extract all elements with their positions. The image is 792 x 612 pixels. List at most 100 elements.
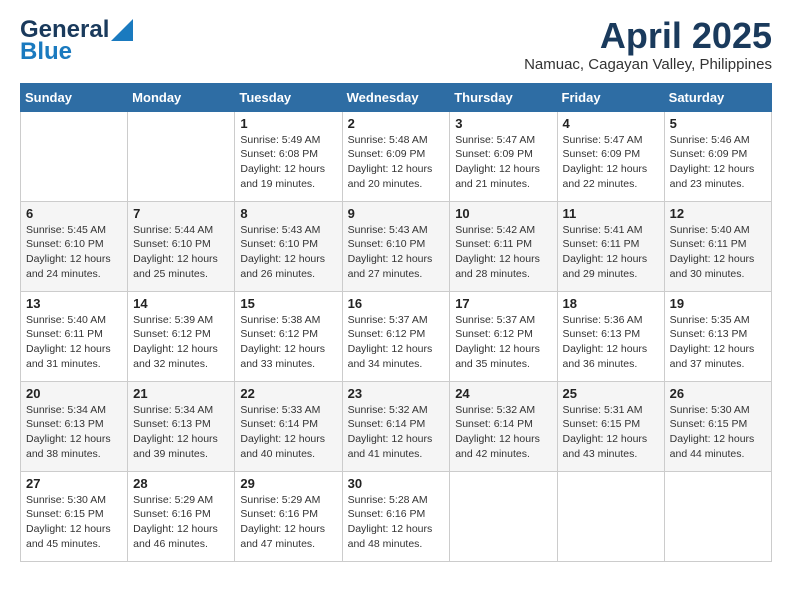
calendar-week-row: 1 Sunrise: 5:49 AM Sunset: 6:08 PM Daylig… [21,111,772,201]
calendar-cell: 11 Sunrise: 5:41 AM Sunset: 6:11 PM Dayli… [557,201,664,291]
day-number: 25 [563,386,659,401]
day-number: 11 [563,206,659,221]
day-number: 1 [240,116,336,131]
calendar-header-monday: Monday [128,83,235,111]
day-number: 16 [348,296,445,311]
calendar-header-wednesday: Wednesday [342,83,450,111]
day-info: Sunrise: 5:44 AM Sunset: 6:10 PM Dayligh… [133,223,229,282]
calendar-cell: 16 Sunrise: 5:37 AM Sunset: 6:12 PM Dayli… [342,291,450,381]
calendar-cell: 9Sunrise: 5:43 AM Sunset: 6:10 PM Daylig… [342,201,450,291]
calendar-cell: 30 Sunrise: 5:28 AM Sunset: 6:16 PM Dayli… [342,471,450,561]
logo: General Blue [20,16,133,66]
day-info: Sunrise: 5:34 AM Sunset: 6:13 PM Dayligh… [133,403,229,462]
location: Namuac, Cagayan Valley, Philippines [524,56,772,73]
day-info: Sunrise: 5:40 AM Sunset: 6:11 PM Dayligh… [670,223,766,282]
day-info: Sunrise: 5:32 AM Sunset: 6:14 PM Dayligh… [455,403,551,462]
calendar-cell: 7 Sunrise: 5:44 AM Sunset: 6:10 PM Daylig… [128,201,235,291]
calendar-table: SundayMondayTuesdayWednesdayThursdayFrid… [20,83,772,562]
calendar-cell: 26Sunrise: 5:30 AM Sunset: 6:15 PM Dayli… [664,381,771,471]
day-info: Sunrise: 5:33 AM Sunset: 6:14 PM Dayligh… [240,403,336,462]
day-info: Sunrise: 5:32 AM Sunset: 6:14 PM Dayligh… [348,403,445,462]
calendar-cell: 21 Sunrise: 5:34 AM Sunset: 6:13 PM Dayli… [128,381,235,471]
calendar-cell: 25Sunrise: 5:31 AM Sunset: 6:15 PM Dayli… [557,381,664,471]
day-number: 12 [670,206,766,221]
day-number: 30 [348,476,445,491]
calendar-cell [450,471,557,561]
day-info: Sunrise: 5:35 AM Sunset: 6:13 PM Dayligh… [670,313,766,372]
day-number: 18 [563,296,659,311]
calendar-cell: 1 Sunrise: 5:49 AM Sunset: 6:08 PM Daylig… [235,111,342,201]
day-number: 4 [563,116,659,131]
day-number: 19 [670,296,766,311]
calendar-header-sunday: Sunday [21,83,128,111]
day-info: Sunrise: 5:34 AM Sunset: 6:13 PM Dayligh… [26,403,122,462]
day-number: 3 [455,116,551,131]
calendar-cell: 4 Sunrise: 5:47 AM Sunset: 6:09 PM Daylig… [557,111,664,201]
calendar-cell [664,471,771,561]
calendar-week-row: 13 Sunrise: 5:40 AM Sunset: 6:11 PM Dayli… [21,291,772,381]
day-number: 9 [348,206,445,221]
day-info: Sunrise: 5:39 AM Sunset: 6:12 PM Dayligh… [133,313,229,372]
month-title: April 2025 [524,16,772,56]
logo-icon [111,19,133,41]
day-info: Sunrise: 5:29 AM Sunset: 6:16 PM Dayligh… [240,493,336,552]
day-info: Sunrise: 5:46 AM Sunset: 6:09 PM Dayligh… [670,133,766,192]
day-info: Sunrise: 5:45 AM Sunset: 6:10 PM Dayligh… [26,223,122,282]
calendar-cell: 23 Sunrise: 5:32 AM Sunset: 6:14 PM Dayli… [342,381,450,471]
day-number: 13 [26,296,122,311]
calendar-cell: 12 Sunrise: 5:40 AM Sunset: 6:11 PM Dayli… [664,201,771,291]
day-info: Sunrise: 5:48 AM Sunset: 6:09 PM Dayligh… [348,133,445,192]
calendar-cell: 22 Sunrise: 5:33 AM Sunset: 6:14 PM Dayli… [235,381,342,471]
day-number: 5 [670,116,766,131]
day-number: 29 [240,476,336,491]
day-number: 2 [348,116,445,131]
day-number: 24 [455,386,551,401]
title-area: April 2025 Namuac, Cagayan Valley, Phili… [524,16,772,73]
day-number: 7 [133,206,229,221]
day-info: Sunrise: 5:42 AM Sunset: 6:11 PM Dayligh… [455,223,551,282]
calendar-cell: 29 Sunrise: 5:29 AM Sunset: 6:16 PM Dayli… [235,471,342,561]
calendar-week-row: 27 Sunrise: 5:30 AM Sunset: 6:15 PM Dayli… [21,471,772,561]
day-info: Sunrise: 5:29 AM Sunset: 6:16 PM Dayligh… [133,493,229,552]
day-number: 26 [670,386,766,401]
calendar-header-friday: Friday [557,83,664,111]
calendar-cell: 19 Sunrise: 5:35 AM Sunset: 6:13 PM Dayli… [664,291,771,381]
day-info: Sunrise: 5:43 AM Sunset: 6:10 PM Dayligh… [240,223,336,282]
day-number: 14 [133,296,229,311]
day-number: 20 [26,386,122,401]
day-info: Sunrise: 5:49 AM Sunset: 6:08 PM Dayligh… [240,133,336,192]
day-number: 23 [348,386,445,401]
day-info: Sunrise: 5:41 AM Sunset: 6:11 PM Dayligh… [563,223,659,282]
day-info: Sunrise: 5:47 AM Sunset: 6:09 PM Dayligh… [563,133,659,192]
calendar-cell: 5 Sunrise: 5:46 AM Sunset: 6:09 PM Daylig… [664,111,771,201]
day-info: Sunrise: 5:37 AM Sunset: 6:12 PM Dayligh… [455,313,551,372]
calendar-cell: 8 Sunrise: 5:43 AM Sunset: 6:10 PM Daylig… [235,201,342,291]
day-number: 8 [240,206,336,221]
calendar-header-row: SundayMondayTuesdayWednesdayThursdayFrid… [21,83,772,111]
calendar-cell: 10 Sunrise: 5:42 AM Sunset: 6:11 PM Dayli… [450,201,557,291]
calendar-cell [557,471,664,561]
calendar-cell: 2 Sunrise: 5:48 AM Sunset: 6:09 PM Daylig… [342,111,450,201]
day-info: Sunrise: 5:28 AM Sunset: 6:16 PM Dayligh… [348,493,445,552]
day-info: Sunrise: 5:30 AM Sunset: 6:15 PM Dayligh… [26,493,122,552]
calendar-week-row: 20 Sunrise: 5:34 AM Sunset: 6:13 PM Dayli… [21,381,772,471]
calendar-cell: 3Sunrise: 5:47 AM Sunset: 6:09 PM Daylig… [450,111,557,201]
calendar-cell: 18Sunrise: 5:36 AM Sunset: 6:13 PM Dayli… [557,291,664,381]
calendar-cell: 24 Sunrise: 5:32 AM Sunset: 6:14 PM Dayli… [450,381,557,471]
day-number: 21 [133,386,229,401]
calendar-week-row: 6Sunrise: 5:45 AM Sunset: 6:10 PM Daylig… [21,201,772,291]
calendar-cell [21,111,128,201]
day-number: 17 [455,296,551,311]
calendar-cell: 15 Sunrise: 5:38 AM Sunset: 6:12 PM Dayli… [235,291,342,381]
day-info: Sunrise: 5:37 AM Sunset: 6:12 PM Dayligh… [348,313,445,372]
day-number: 10 [455,206,551,221]
calendar-cell [128,111,235,201]
day-number: 15 [240,296,336,311]
day-info: Sunrise: 5:38 AM Sunset: 6:12 PM Dayligh… [240,313,336,372]
calendar-header-thursday: Thursday [450,83,557,111]
calendar-cell: 20 Sunrise: 5:34 AM Sunset: 6:13 PM Dayli… [21,381,128,471]
day-number: 22 [240,386,336,401]
calendar-header-tuesday: Tuesday [235,83,342,111]
day-info: Sunrise: 5:40 AM Sunset: 6:11 PM Dayligh… [26,313,122,372]
day-number: 27 [26,476,122,491]
